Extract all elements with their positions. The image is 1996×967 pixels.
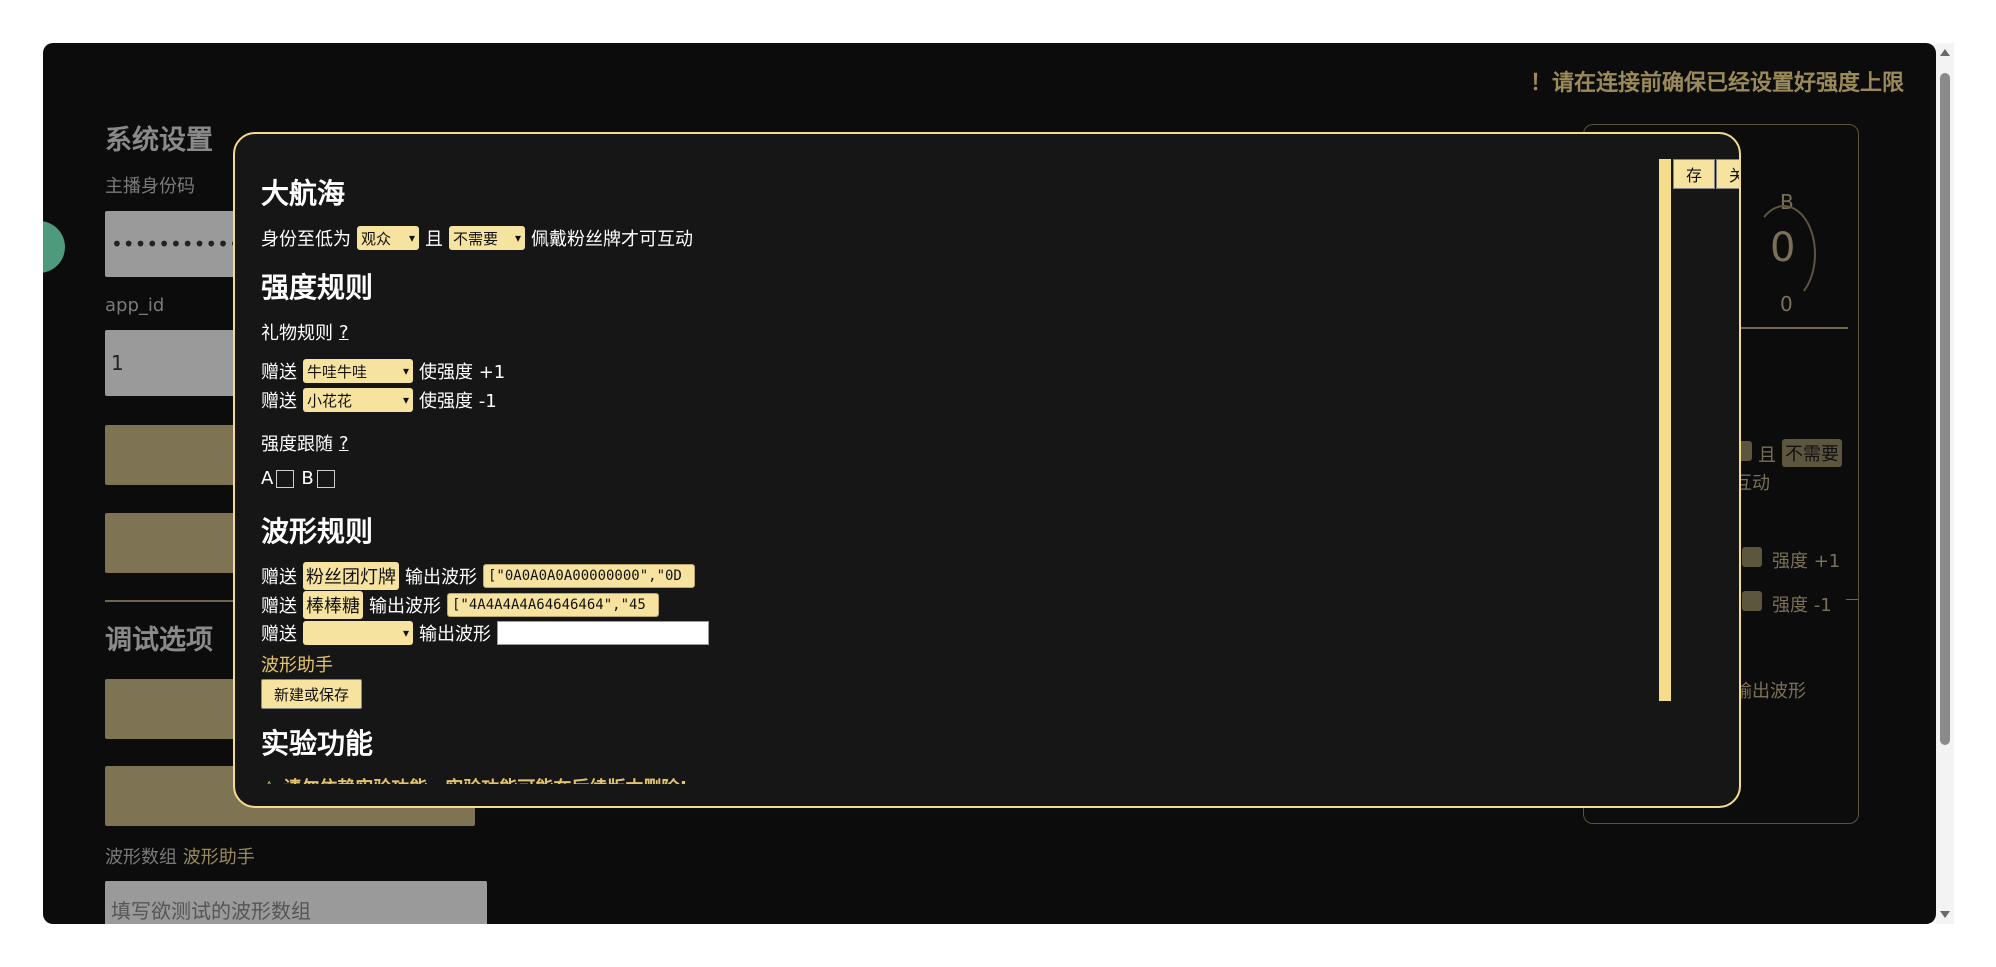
- gift-rule-effect: 使强度 +1: [419, 362, 506, 383]
- guard-identity-select[interactable]: 观众 ▾: [357, 226, 419, 250]
- experiment-title: 实验功能: [261, 727, 374, 760]
- scroll-down-icon[interactable]: [1940, 911, 1950, 918]
- settings-modal: 大航海 身份至低为 观众 ▾ 且 不需要 ▾ 佩戴粉丝牌才可互动 强度规则 礼物规则…: [233, 132, 1741, 808]
- chevron-down-icon: ▾: [514, 231, 521, 245]
- scroll-up-icon[interactable]: [1940, 49, 1950, 56]
- gift-rule-help-icon[interactable]: ?: [339, 322, 349, 343]
- panel-output-wave: 输出波形: [1734, 681, 1806, 702]
- panel-no-need[interactable]: 不需要: [1782, 439, 1842, 467]
- wave-array-text: 波形数组: [105, 847, 177, 868]
- follow-text: 强度跟随: [261, 434, 333, 455]
- panel-and: 且: [1758, 445, 1776, 466]
- gift-rule-row: 赠送 小花花 ▾ 使强度 -1: [261, 387, 497, 413]
- guard-medal-select[interactable]: 不需要 ▾: [449, 226, 525, 250]
- save-button[interactable]: 存: [1673, 159, 1715, 189]
- panel-gift-2[interactable]: [1742, 591, 1762, 611]
- wave-helper-link-bg[interactable]: 波形助手: [183, 847, 255, 868]
- gift-rule-label: 礼物规则?: [261, 319, 349, 345]
- wave-helper-link[interactable]: 波形助手: [261, 651, 333, 677]
- wave-title: 波形规则: [261, 515, 374, 548]
- scroll-thumb[interactable]: [1940, 73, 1950, 745]
- wave-rule-row: 赠送 粉丝团灯牌 输出波形 ["0A0A0A0A00000000","0D: [261, 562, 695, 590]
- gift-rule-row: 赠送 牛哇牛哇 ▾ 使强度 +1: [261, 358, 505, 384]
- follow-label: 强度跟随?: [261, 430, 349, 456]
- guard-identity-value: 观众: [361, 229, 392, 248]
- experiment-warning: ⚠ 请勿依赖实验功能，实验功能可能在后续版本删除!: [261, 774, 688, 784]
- channel-b-label: B: [301, 468, 314, 489]
- new-or-save-button[interactable]: 新建或保存: [261, 679, 363, 709]
- app-id-label: app_id: [105, 295, 165, 316]
- connection-warning: ！请在连接前确保已经设置好强度上限: [1529, 71, 1904, 96]
- channel-a-checkbox[interactable]: [276, 469, 295, 488]
- guard-suffix: 佩戴粉丝牌才可互动: [531, 229, 693, 250]
- panel-gift-1[interactable]: [1742, 547, 1762, 567]
- follow-help-icon[interactable]: ?: [339, 433, 349, 454]
- gift-rule-give: 赠送: [261, 362, 297, 383]
- debug-options-title: 调试选项: [105, 625, 213, 656]
- modal-scroll-area[interactable]: 大航海 身份至低为 观众 ▾ 且 不需要 ▾ 佩戴粉丝牌才可互动 强度规则 礼物规则…: [235, 134, 1635, 784]
- channel-b-checkbox[interactable]: [316, 469, 335, 488]
- wave-rule-give: 赠送: [261, 596, 297, 617]
- status-indicator: [43, 221, 65, 273]
- guard-and: 且: [425, 229, 443, 250]
- gift-select[interactable]: 小花花 ▾: [303, 388, 413, 412]
- chevron-down-icon: ▾: [408, 231, 415, 245]
- system-settings-title: 系统设置: [105, 125, 213, 156]
- wave-gift-tag: 棒棒糖: [303, 591, 363, 619]
- panel-inc: 强度 +1: [1772, 551, 1841, 572]
- guard-row: 身份至低为 观众 ▾ 且 不需要 ▾ 佩戴粉丝牌才可互动: [261, 225, 693, 251]
- guard-title: 大航海: [261, 177, 346, 210]
- gift-rule-text: 礼物规则: [261, 323, 333, 344]
- wave-input[interactable]: ["0A0A0A0A00000000","0D: [483, 564, 695, 588]
- close-button[interactable]: 关: [1716, 159, 1739, 189]
- follow-channels: A B: [261, 468, 335, 489]
- chevron-down-icon: ▾: [402, 393, 409, 407]
- guard-medal-value: 不需要: [453, 229, 499, 248]
- strength-title: 强度规则: [261, 271, 374, 304]
- wave-input[interactable]: ["4A4A4A4A64646464","45: [447, 593, 659, 617]
- modal-scrollbar[interactable]: [1659, 159, 1671, 701]
- gift-rule-give: 赠送: [261, 391, 297, 412]
- chevron-down-icon: ▾: [402, 364, 409, 378]
- host-code-label: 主播身份码: [105, 176, 195, 197]
- gift-select-value: 小花花: [307, 391, 353, 410]
- new-rule-gift-select[interactable]: ▾: [303, 621, 413, 645]
- wave-rule-give: 赠送: [261, 567, 297, 588]
- new-rule-give: 赠送: [261, 624, 297, 645]
- panel-tick: [1846, 599, 1858, 600]
- wave-rule-output: 输出波形: [369, 596, 441, 617]
- channel-a-label: A: [261, 468, 274, 489]
- wave-rule-row: 赠送 棒棒糖 输出波形 ["4A4A4A4A64646464","45: [261, 591, 659, 619]
- chevron-down-icon: ▾: [402, 626, 409, 640]
- new-wave-rule-row: 赠送 ▾ 输出波形: [261, 620, 709, 646]
- gauge-arc: [1752, 205, 1816, 303]
- wave-gift-tag: 粉丝团灯牌: [303, 562, 399, 590]
- wave-array-label: 波形数组 波形助手: [105, 843, 255, 869]
- app-window: ！请在连接前确保已经设置好强度上限 系统设置 主播身份码 •••••••••••…: [43, 43, 1936, 924]
- wave-test-input[interactable]: 填写欲测试的波形数组: [105, 881, 487, 924]
- wave-rule-output: 输出波形: [405, 567, 477, 588]
- new-rule-wave-input[interactable]: [497, 621, 709, 645]
- new-rule-output: 输出波形: [419, 624, 491, 645]
- gift-rule-effect: 使强度 -1: [419, 391, 497, 412]
- gift-select[interactable]: 牛哇牛哇 ▾: [303, 359, 413, 383]
- panel-dec: 强度 -1: [1772, 595, 1832, 616]
- gift-select-value: 牛哇牛哇: [307, 362, 368, 381]
- guard-prefix: 身份至低为: [261, 229, 351, 250]
- page-scrollbar[interactable]: [1936, 43, 1954, 924]
